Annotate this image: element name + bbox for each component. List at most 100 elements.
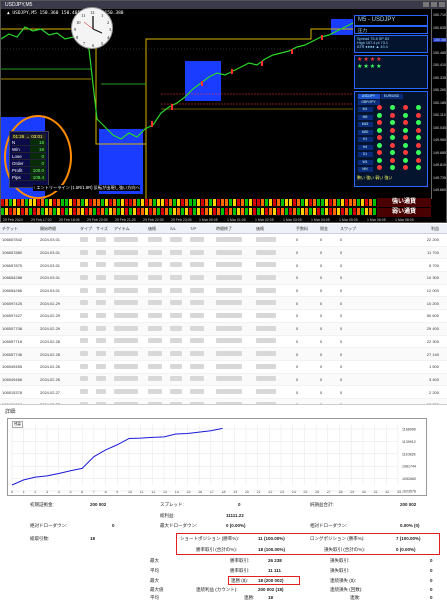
stat-value: 11 111 [268, 568, 282, 573]
table-row[interactable]: 106657880 2024.03.01 0 0 0 11 700 [0, 246, 447, 260]
timeframe-label[interactable]: H4 [357, 144, 373, 150]
redacted-cell [78, 325, 94, 332]
col-header[interactable]: サイズ [94, 226, 112, 232]
stats-info-box: 01:26 → 03:01 N 18 Win 18 Lose 0 Order 0 Pro… [9, 131, 49, 188]
redacted-cell [254, 249, 294, 256]
table-row[interactable]: 106549466 2024.02.26 0 0 0 3 400 [0, 373, 447, 387]
table-row[interactable]: 106654288 2024.03.01 0 0 0 10 300 [0, 272, 447, 285]
strength-bar [113, 208, 116, 215]
x-tick-label: 31 [374, 490, 378, 494]
table-row[interactable]: 106549455 2024.02.26 0 0 0 1 500 [0, 361, 447, 374]
col-header[interactable]: S/L [168, 226, 188, 231]
redacted-cell [214, 274, 254, 281]
redacted-block [256, 262, 276, 268]
table-row[interactable]: 106654266 2024.03.01 0 0 0 12 000 [0, 285, 447, 298]
price-tick: 150.110 [433, 113, 446, 117]
strength-bar [329, 208, 332, 215]
timeframe-label[interactable]: W1 [357, 159, 373, 165]
redacted-block [256, 351, 276, 357]
strength-bar [333, 199, 336, 206]
col-header[interactable]: 利益 [362, 226, 445, 232]
col-header[interactable]: 価格 [146, 226, 168, 232]
col-header[interactable]: 開始時間 [38, 226, 78, 232]
timeframe-label[interactable]: M1 [357, 107, 373, 112]
redacted-cell [168, 389, 188, 395]
time-tick: 29 Feb 22:05 [143, 218, 164, 222]
strength-bar [349, 199, 352, 206]
table-row[interactable]: 106657842 2024.03.01 0 0 0 22 200 [0, 234, 447, 247]
col-header[interactable]: 手数料 [294, 226, 318, 232]
pair-button[interactable]: EUR/USD [380, 93, 403, 99]
minimize-icon[interactable] [423, 2, 429, 7]
stat-label: ショートポジション (勝率%): [180, 536, 239, 541]
col-header[interactable]: アイテム [112, 226, 146, 232]
redacted-cell [214, 389, 254, 395]
strength-bar [277, 199, 280, 206]
redacted-cell [188, 389, 214, 395]
table-row[interactable]: 106557708 2024.02.29 0 0 0 29 400 [0, 322, 447, 336]
pair-button[interactable]: GBP/JPY [357, 99, 380, 105]
timeframe-label[interactable]: M30 [357, 129, 373, 135]
redacted-block [170, 338, 182, 344]
redacted-block [114, 351, 138, 357]
strength-bar [17, 208, 20, 215]
redacted-block [114, 287, 138, 293]
redacted-block [96, 274, 106, 280]
commission-cell: 0 [296, 338, 299, 344]
redacted-cell [168, 376, 188, 382]
table-row[interactable]: 106597425 2024.02.29 0 0 0 10 200 [0, 297, 447, 311]
x-tick-label: 21 [257, 490, 261, 494]
swap-cell: 0 [340, 250, 343, 256]
price-axis: 150.710150.635150.560150.485150.410150.3… [431, 9, 446, 199]
col-header[interactable]: チケット [0, 226, 38, 232]
stat-value: 0 [238, 502, 241, 507]
close-icon[interactable] [439, 2, 445, 7]
x-tick-label: 26 [315, 490, 319, 494]
col-header[interactable]: スワップ [338, 226, 362, 232]
col-header[interactable]: 価格 [254, 226, 294, 232]
taxes-cell: 0 [320, 237, 323, 243]
col-header[interactable]: T/P [188, 226, 214, 231]
strength-bar [29, 199, 32, 206]
table-row[interactable]: 106557746 2024.02.28 0 0 0 27 140 [0, 348, 447, 361]
timeframe-label[interactable]: D1 [357, 152, 373, 157]
strength-bar [205, 199, 208, 206]
taxes-cell: 0 [320, 313, 323, 319]
redacted-block [256, 312, 276, 318]
pair-button[interactable]: USDJPY [357, 93, 380, 99]
table-row[interactable]: 106515378 2024.02.27 0 0 0 2 200 [0, 386, 447, 399]
strength-bar [237, 199, 240, 206]
strength-bar [317, 199, 320, 206]
time-tick: 1 Mar 06:05 [367, 218, 386, 222]
chart-window[interactable]: USDJPY,M5 ▲ USDJPY,M5 150.360 150.405 15… [0, 0, 447, 223]
timeframe-label[interactable]: M5 [357, 114, 373, 120]
maximize-icon[interactable] [431, 2, 437, 7]
stat-value: 11 (100.00%) [258, 536, 285, 541]
redacted-block [80, 300, 88, 306]
table-row[interactable]: 106557718 2024.02.28 0 0 0 22 300 [0, 336, 447, 349]
redacted-cell [168, 363, 188, 370]
strength-bar [201, 199, 204, 206]
strength-bar [97, 199, 100, 206]
redacted-block [114, 236, 138, 242]
timeframe-label[interactable]: M15 [357, 122, 373, 127]
table-row[interactable]: 106657875 2024.03.01 0 0 0 5 700 [0, 259, 447, 273]
table-row[interactable]: 106597427 2024.02.29 0 0 0 50 600 [0, 310, 447, 323]
timeframe-label[interactable]: MN [357, 167, 373, 172]
strength-bar [61, 208, 64, 215]
redacted-cell [78, 351, 94, 357]
timeframe-label[interactable]: H1 [357, 137, 373, 142]
strength-bar [1, 199, 4, 206]
candles [151, 35, 323, 127]
stat-label: 最大ドローダウン: [160, 523, 198, 528]
redacted-block [190, 325, 204, 331]
star-rating-box: ★★★★ ★★★★ [354, 55, 428, 89]
time-tick: 1 Mar 05:05 [339, 218, 358, 222]
redacted-block [148, 389, 162, 395]
redacted-block [96, 287, 106, 293]
col-header[interactable]: 時間終了 [214, 226, 254, 232]
col-header[interactable]: 税金 [318, 226, 338, 232]
trend-dot-icon [390, 150, 395, 155]
col-header[interactable]: タイプ [78, 226, 94, 232]
panel-stats-box: Spread 75.8 SP 83 High 167.4 pt 73.1 ATR… [354, 35, 428, 53]
